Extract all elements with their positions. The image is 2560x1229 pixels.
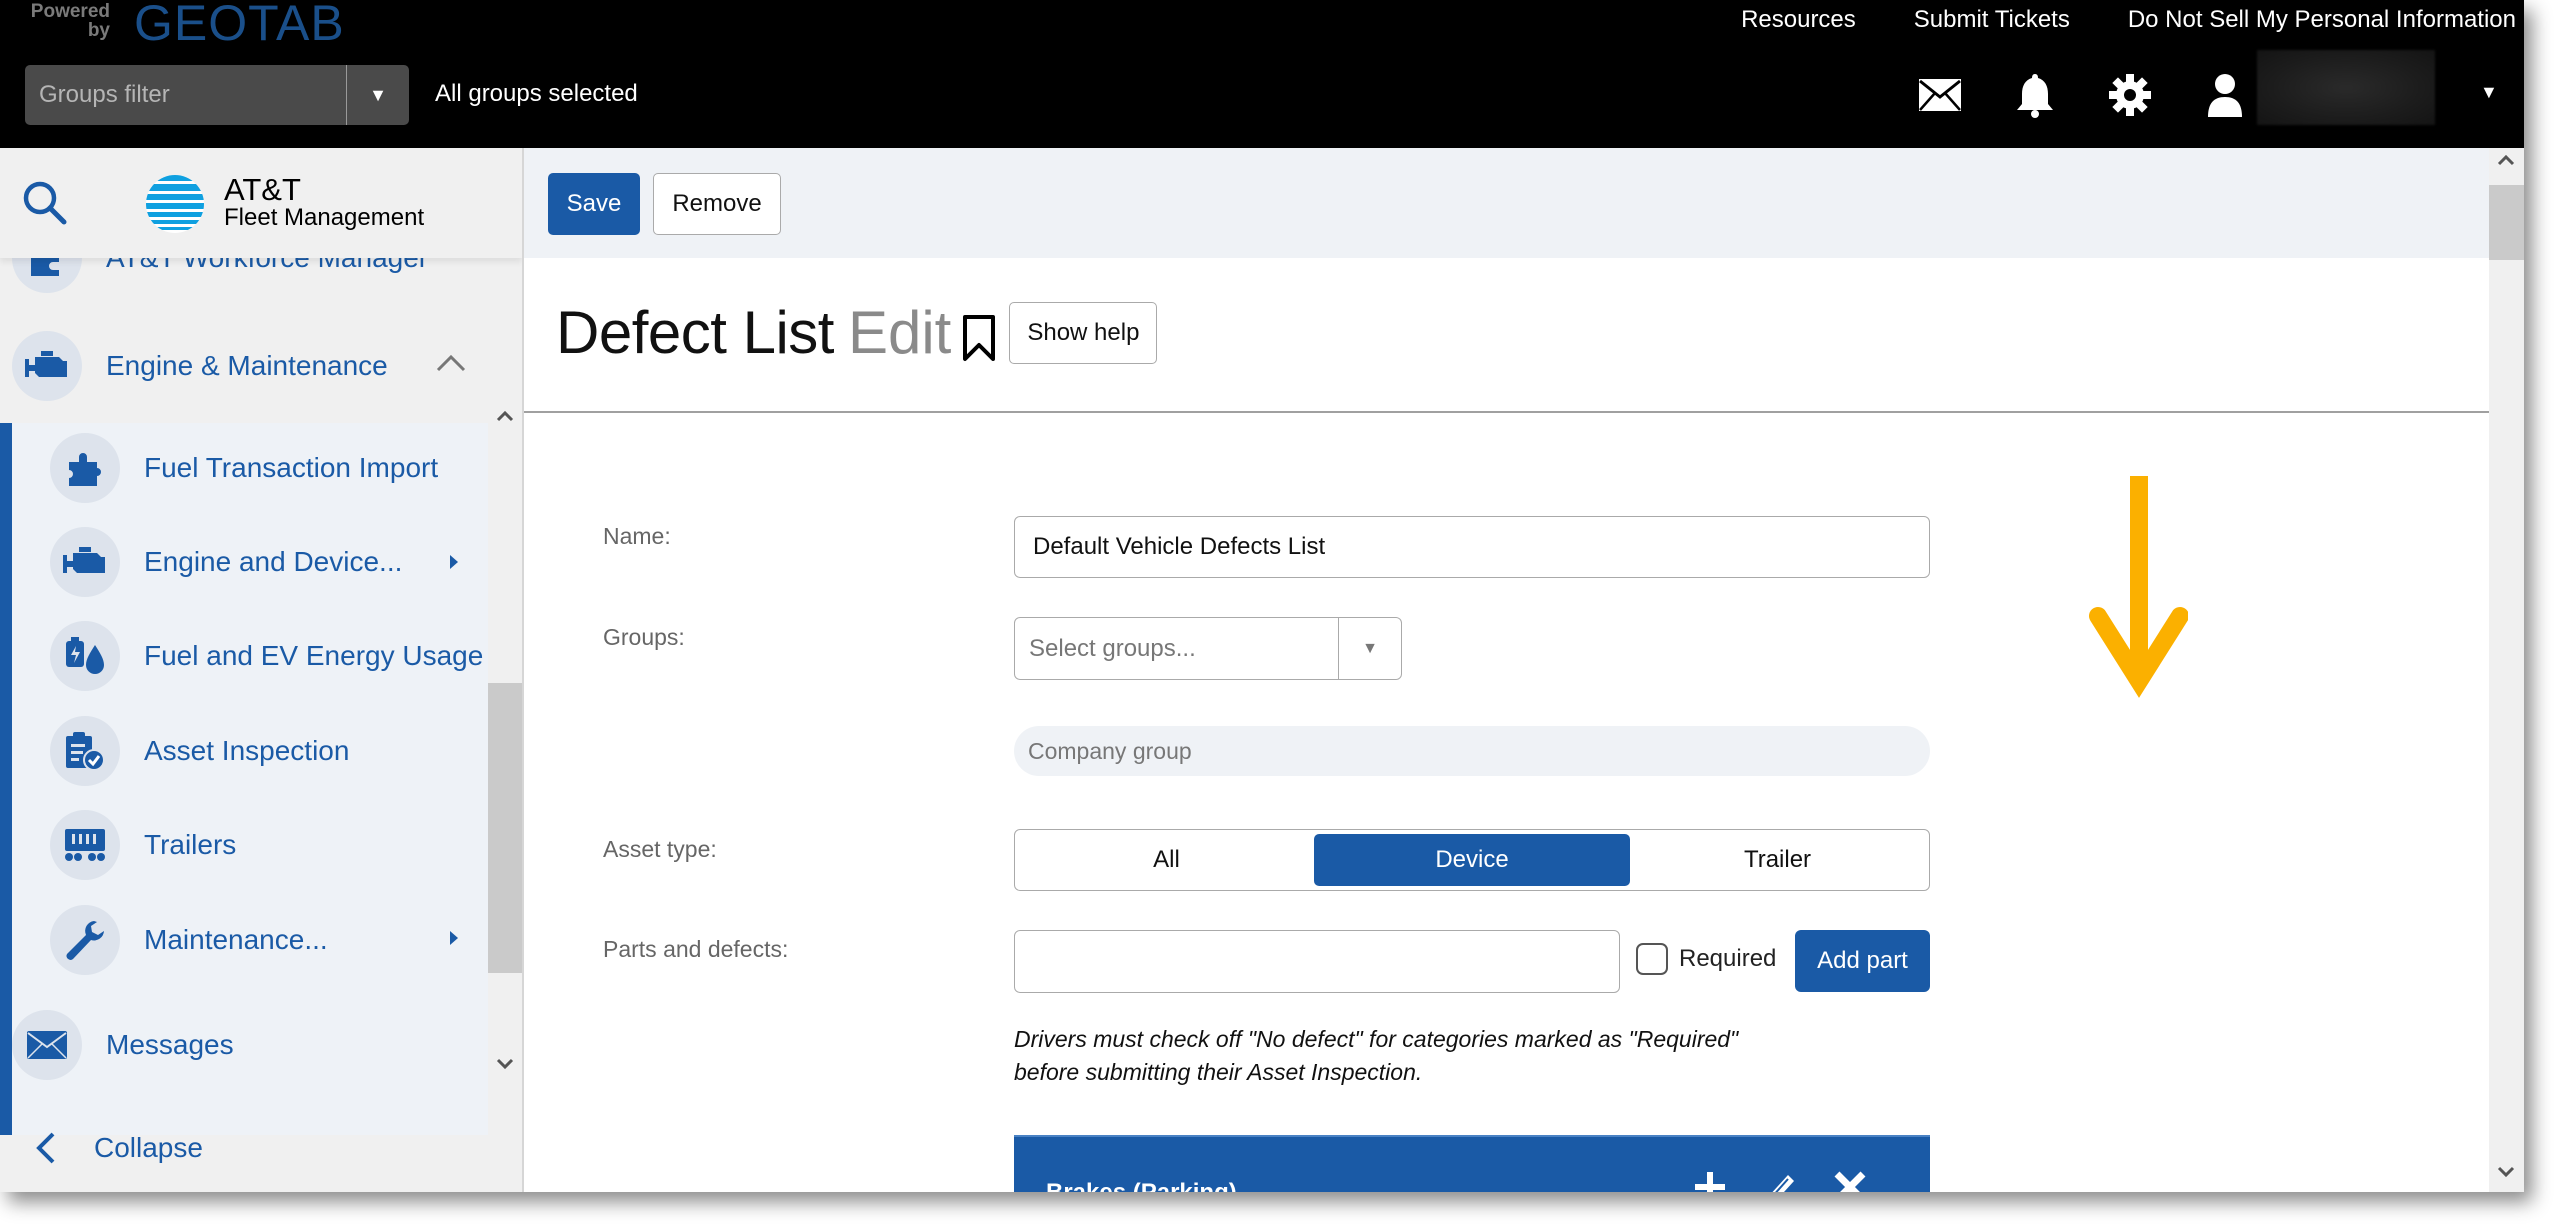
scroll-up-icon[interactable] [496,410,514,422]
engine-icon [50,527,120,597]
sidebar-item-label: Fuel and EV Energy Usage [144,640,484,671]
wrench-icon [50,905,120,975]
main-content: Save Remove Defect List Edit Show help N… [524,148,2524,1192]
add-part-button[interactable]: Add part [1795,930,1930,992]
top-bar: Powered by GEOTAB Resources Submit Ticke… [0,0,2524,148]
category-header: Brakes (Parking) [1014,1135,1930,1192]
company-group-chip: Company group [1014,726,1930,776]
groups-filter-input[interactable]: Groups filter [25,65,347,125]
sidebar-section-engine-maintenance[interactable]: Engine & Maintenance [0,331,488,401]
groups-status: All groups selected [435,80,638,107]
caret-down-icon[interactable]: ▼ [1339,618,1401,679]
toolbar: Save Remove [524,148,2489,258]
page-title: Defect List [556,299,834,366]
groups-label: Groups: [603,624,685,650]
sidebar-item-label: Asset Inspection [144,735,350,766]
engine-icon [12,331,82,401]
scroll-down-icon[interactable] [2497,1166,2515,1178]
do-not-sell-link[interactable]: Do Not Sell My Personal Information [2128,6,2516,34]
fuel-ev-icon [50,621,120,691]
scroll-down-annotation-arrow-icon [2089,476,2188,698]
clipboard-check-icon [50,716,120,786]
sidebar-item-label: Maintenance... [144,924,328,955]
parts-defects-label: Parts and defects: [603,936,789,962]
sidebar-item-engine-and-device[interactable]: Engine and Device... [0,527,488,597]
required-checkbox[interactable] [1636,943,1668,975]
groups-filter-dropdown[interactable]: Groups filter ▼ [25,65,409,125]
powered-by-label: Powered by [30,1,110,41]
trailer-icon [50,810,120,880]
collapse-button[interactable]: Collapse [0,1113,488,1183]
sidebar-header: AT&T Fleet Management [0,148,522,258]
mail-icon[interactable] [1915,70,1965,120]
delete-x-icon[interactable] [1830,1167,1870,1192]
user-menu-caret-icon[interactable]: ▼ [2480,82,2498,103]
scroll-up-icon[interactable] [2497,154,2515,166]
resources-link[interactable]: Resources [1741,6,1856,34]
sidebar-item-fuel-transaction-import[interactable]: Fuel Transaction Import [0,433,488,503]
submit-tickets-link[interactable]: Submit Tickets [1914,6,2070,34]
page-mode: Edit [847,299,952,366]
att-logo-subtitle: Fleet Management [224,204,425,231]
required-checkbox-wrap[interactable]: Required [1636,943,1776,975]
header-divider [524,411,2489,413]
hint-line-2: before submitting their Asset Inspection… [1014,1059,1423,1085]
asset-type-label: Asset type: [603,836,717,862]
show-help-button[interactable]: Show help [1009,301,1158,364]
mail-icon [12,1010,82,1080]
caret-down-icon[interactable]: ▼ [347,65,409,125]
sidebar-item-label: Trailers [144,829,237,860]
page-header: Defect List Edit Show help [556,298,1158,367]
gear-icon[interactable] [2105,70,2155,120]
parts-defects-input[interactable] [1014,930,1620,993]
asset-type-trailer[interactable]: Trailer [1630,834,1925,886]
sidebar-section-label: Engine & Maintenance [106,350,388,381]
geotab-logo: GEOTAB [134,0,345,51]
user-icon[interactable] [2200,70,2250,120]
groups-select-placeholder[interactable]: Select groups... [1015,618,1339,679]
asset-type-toggle: All Device Trailer [1014,829,1930,891]
save-button[interactable]: Save [548,173,640,235]
submenu-arrow-icon [450,931,458,945]
pencil-icon[interactable] [1760,1167,1800,1192]
sidebar-item-trailers[interactable]: Trailers [0,810,488,880]
chevron-up-icon[interactable] [435,353,467,373]
name-label: Name: [603,523,671,549]
plus-icon[interactable] [1690,1167,1730,1192]
att-logo-name: AT&T [224,172,301,207]
sidebar-item-label: Fuel Transaction Import [144,452,439,483]
asset-type-all[interactable]: All [1019,834,1314,886]
hint-line-1: Drivers must check off "No defect" for c… [1014,1026,1739,1052]
scroll-down-icon[interactable] [496,1058,514,1070]
sidebar-item-messages[interactable]: Messages [0,1010,488,1080]
main-scrollbar[interactable] [2489,148,2524,1192]
sidebar: AT&T Fleet Management AT&T Workforce Man… [0,148,524,1192]
sidebar-scrollbar[interactable] [488,258,522,1192]
bookmark-icon[interactable] [961,313,997,363]
required-hint: Drivers must check off "No defect" for c… [1014,1023,1814,1089]
sidebar-item-maintenance[interactable]: Maintenance... [0,905,488,975]
sidebar-item-label: Messages [106,1029,234,1060]
sidebar-item-label: Engine and Device... [144,546,403,577]
main-scrollbar-thumb[interactable] [2489,185,2524,260]
category-name: Brakes (Parking) [1046,1179,1237,1192]
remove-button[interactable]: Remove [653,173,781,235]
groups-select[interactable]: Select groups... ▼ [1014,617,1402,680]
asset-type-device[interactable]: Device [1314,834,1630,886]
sidebar-scrollbar-thumb[interactable] [488,683,522,973]
att-globe-logo [146,175,204,233]
collapse-label: Collapse [94,1132,203,1163]
submenu-arrow-icon [450,555,458,569]
sidebar-item-asset-inspection[interactable]: Asset Inspection [0,716,488,786]
top-links: Resources Submit Tickets Do Not Sell My … [1741,6,2516,34]
app-window: Powered by GEOTAB Resources Submit Ticke… [0,0,2524,1192]
puzzle-icon [50,433,120,503]
name-input[interactable] [1014,516,1930,578]
chevron-left-icon [36,1132,55,1164]
user-name-blurred[interactable] [2257,50,2435,125]
search-icon[interactable] [20,178,70,228]
bell-icon[interactable] [2010,70,2060,120]
required-label: Required [1679,945,1777,972]
sidebar-item-fuel-ev-energy-usage[interactable]: Fuel and EV Energy Usage [0,621,488,691]
